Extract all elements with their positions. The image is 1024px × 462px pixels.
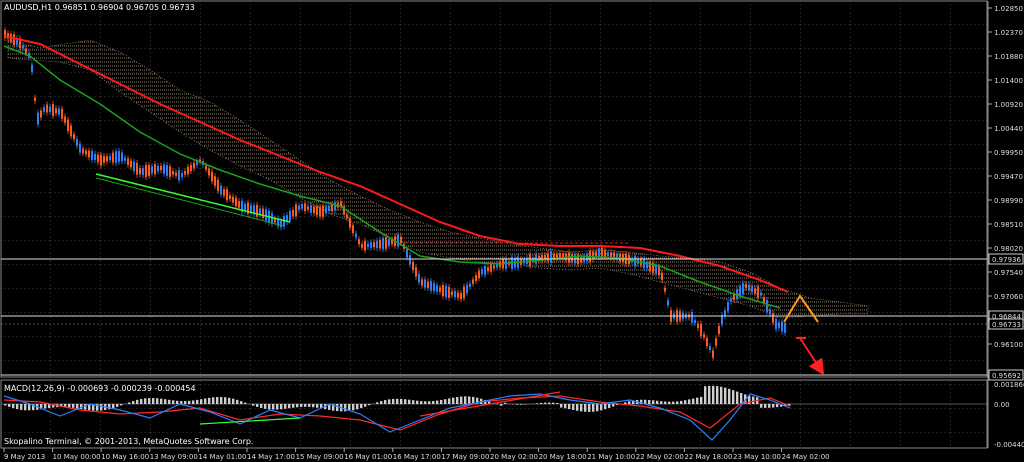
time-tick-label: 22 May 02:00 — [636, 453, 684, 461]
price-tick-label: 0.97060 — [994, 293, 1023, 301]
macd-tick-label: -0.004406 — [994, 441, 1024, 449]
chart-header: AUDUSD,H1 0.96851 0.96904 0.96705 0.9673… — [4, 3, 195, 12]
copyright-text: Skopalino Terminal, © 2001-2013, MetaQuo… — [4, 437, 253, 446]
time-axis[interactable]: 9 May 2013 10 May 00:00 10 May 16:00 13 May… — [3, 448, 830, 461]
price-chart[interactable]: AUDUSD,H1 0.96851 0.96904 0.96705 0.9673… — [0, 0, 1024, 462]
price-tick-label: 1.01400 — [994, 77, 1023, 85]
price-level-tag: 0.95692 — [988, 369, 1024, 381]
time-tick-label: 16 May 17:00 — [393, 453, 441, 461]
time-tick-label: 21 May 10:00 — [587, 453, 635, 461]
main-plot-area — [0, 0, 988, 378]
price-tick-label: 0.97540 — [994, 269, 1023, 277]
time-tick-label: 9 May 2013 — [4, 453, 45, 461]
time-tick-label: 13 May 09:00 — [150, 453, 198, 461]
price-level-tag: 0.96733 — [988, 318, 1024, 330]
time-tick-label: 14 May 01:00 — [198, 453, 246, 461]
time-tick-label: 15 May 09:00 — [296, 453, 344, 461]
macd-axis[interactable]: 0.001866 0.00 -0.004406 — [994, 381, 1024, 449]
macd-label: MACD(12,26,9) -0.000693 -0.000239 -0.000… — [4, 384, 196, 393]
svg-text:0.97936: 0.97936 — [992, 256, 1021, 264]
svg-text:0.95692: 0.95692 — [992, 372, 1021, 380]
time-tick-label: 24 May 02:00 — [782, 453, 830, 461]
macd-tick-label: 0.001866 — [994, 381, 1024, 389]
price-tick-label: 0.96100 — [994, 341, 1023, 349]
macd-tick-label: 0.00 — [994, 401, 1010, 409]
svg-text:0.96733: 0.96733 — [992, 321, 1021, 329]
price-tick-label: 0.98020 — [994, 245, 1023, 253]
price-tick-label: 1.00440 — [994, 125, 1023, 133]
price-tick-label: 1.01880 — [994, 53, 1023, 61]
time-tick-label: 22 May 18:00 — [684, 453, 732, 461]
time-tick-label: 10 May 16:00 — [101, 453, 149, 461]
price-tick-label: 1.02370 — [994, 29, 1023, 37]
chart-window[interactable]: AUDUSD,H1 0.96851 0.96904 0.96705 0.9673… — [0, 0, 1024, 462]
time-tick-label: 14 May 17:00 — [247, 453, 295, 461]
time-tick-label: 17 May 09:00 — [441, 453, 489, 461]
time-tick-label: 23 May 10:00 — [733, 453, 781, 461]
time-tick-label: 20 May 02:00 — [490, 453, 538, 461]
time-tick-label: 10 May 00:00 — [53, 453, 101, 461]
price-tick-label: 0.99470 — [994, 173, 1023, 181]
price-tick-label: 0.99950 — [994, 149, 1023, 157]
time-tick-label: 16 May 01:00 — [344, 453, 392, 461]
price-level-tag: 0.97936 — [988, 253, 1024, 265]
price-tick-label: 1.00920 — [994, 101, 1023, 109]
price-tick-label: 1.02850 — [994, 5, 1023, 13]
price-axis[interactable]: 1.02850 1.02370 1.01880 1.01400 1.00920 1.004… — [988, 5, 1024, 381]
time-tick-label: 20 May 18:00 — [539, 453, 587, 461]
price-tick-label: 0.98990 — [994, 197, 1023, 205]
price-tick-label: 0.98510 — [994, 221, 1023, 229]
